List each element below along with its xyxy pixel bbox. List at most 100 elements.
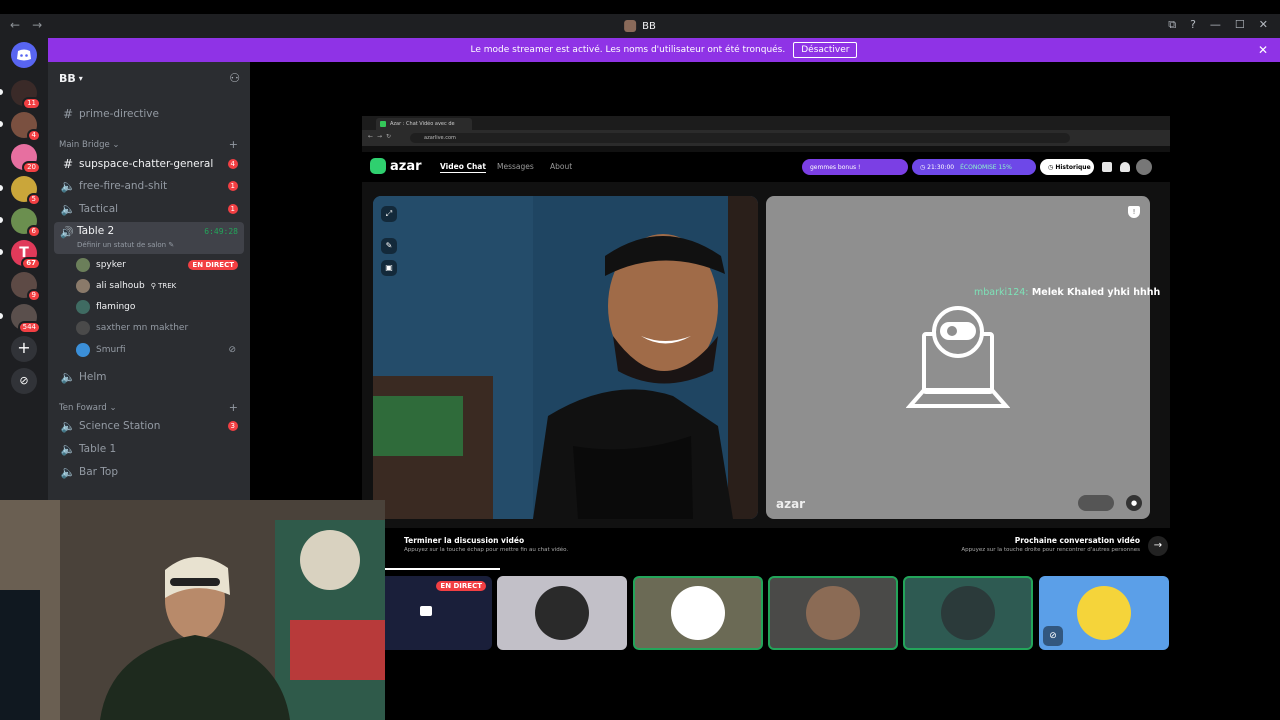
voice-user-name: saxther mn makther — [96, 323, 189, 333]
participant-tile-speaking[interactable] — [768, 576, 898, 650]
speaker-icon: 🔈 — [60, 179, 76, 193]
history-icon: ◷ — [1048, 163, 1054, 171]
channel-name: Tactical — [79, 203, 119, 215]
add-server-button[interactable]: + — [11, 336, 37, 362]
create-channel-plus-icon[interactable]: + — [229, 401, 238, 414]
eye-props-button[interactable] — [1078, 495, 1114, 511]
nav-video-chat[interactable]: Video Chat — [440, 162, 486, 173]
channel-prime-directive[interactable]: # prime-directive — [54, 104, 244, 124]
set-channel-status[interactable]: Définir un statut de salon ✎ — [77, 241, 174, 249]
avatar — [76, 321, 90, 335]
server-header[interactable]: BB ▾ ⚇ — [48, 62, 250, 94]
server-icon[interactable]: T 67 — [11, 240, 41, 270]
voice-user-flamingo[interactable]: flamingo — [76, 298, 244, 316]
server-icon[interactable]: 20 — [11, 144, 41, 174]
next-arrow-button[interactable]: → — [1148, 536, 1168, 556]
server-icon — [624, 20, 637, 32]
voice-user-ali-salhoub[interactable]: ali salhoub ⚲ TREK — [76, 277, 244, 295]
browser-tab[interactable]: Azar : Chat Vidéo avec de — [376, 118, 472, 130]
channel-science-station[interactable]: 🔈 Science Station 3 — [54, 416, 244, 436]
voice-user-spyker[interactable]: spyker EN DIRECT — [76, 256, 244, 274]
channel-table-1[interactable]: 🔈 Table 1 — [54, 439, 244, 459]
bonus-gems-button[interactable]: gemmes bonus ! — [802, 159, 908, 175]
forward-arrow-icon[interactable]: → — [32, 18, 42, 32]
chat-bubble-icon[interactable]: ● — [1126, 495, 1142, 511]
end-chat-subtitle: Appuyez sur la touche échap pour mettre … — [404, 547, 569, 553]
explore-servers-button[interactable]: ⊘ — [11, 368, 37, 394]
server-icon[interactable]: 9 — [11, 272, 41, 302]
promo-timer-button[interactable]: ◷ 21:30:00 ÉCONOMISE 15% — [912, 159, 1036, 175]
server-icon[interactable]: 4 — [11, 112, 41, 142]
report-shield-icon[interactable]: ! — [1128, 206, 1140, 218]
server-icon[interactable]: 544 — [11, 304, 41, 334]
effects-wand-icon[interactable]: ✎ — [381, 238, 397, 254]
channel-name: Table 2 — [77, 225, 115, 237]
category-main-bridge[interactable]: Main Bridge ⌄ — [59, 140, 120, 150]
participant-tile[interactable] — [497, 576, 627, 650]
tab-title: Azar : Chat Vidéo avec de — [390, 121, 455, 127]
chevron-down-icon: ⌄ — [112, 140, 120, 150]
window-title: BB — [624, 20, 656, 32]
voice-user-saxther[interactable]: saxther mn makther — [76, 319, 244, 337]
invite-icon[interactable]: ⚇ — [229, 71, 240, 85]
tag-label: TREK — [158, 282, 177, 290]
bell-icon[interactable] — [1120, 162, 1130, 172]
channel-table-2-active[interactable]: 🔊 Table 2 6:49:28 Définir un statut de s… — [54, 222, 244, 254]
mention-badge: 5 — [26, 193, 41, 206]
minimize-button[interactable]: — — [1210, 18, 1221, 32]
unread-pip — [0, 313, 3, 319]
participant-tile-speaking[interactable] — [633, 576, 763, 650]
next-chat-hint[interactable]: Prochaine conversation vidéo Appuyez sur… — [961, 536, 1140, 553]
promo-timer: 21:30:00 — [927, 163, 955, 171]
avatar — [941, 586, 995, 640]
end-chat-hint[interactable]: Terminer la discussion vidéo Appuyez sur… — [404, 536, 568, 553]
filter-icon[interactable]: ▣ — [381, 260, 397, 276]
channel-tactical[interactable]: 🔈 Tactical 1 — [54, 199, 244, 219]
channel-helm[interactable]: 🔈 Helm — [54, 367, 244, 387]
voice-user-smurfi[interactable]: Smurfi ⊘ — [76, 341, 244, 359]
azar-logo[interactable]: azar — [370, 158, 422, 174]
server-icon[interactable]: 11 — [11, 80, 41, 110]
shared-screen-browser[interactable]: Azar : Chat Vidéo avec de ←→↻ azarlive.c… — [362, 116, 1170, 572]
channel-name: Bar Top — [79, 466, 119, 478]
close-window-button[interactable]: ✕ — [1259, 18, 1268, 32]
server-icon[interactable]: 5 — [11, 176, 41, 206]
discord-home-icon[interactable] — [11, 42, 37, 68]
url-text: azarlive.com — [424, 135, 456, 141]
expand-icon[interactable]: ⤢ — [381, 206, 397, 222]
azar-logo-text: azar — [390, 158, 422, 174]
nav-messages[interactable]: Messages — [497, 162, 534, 171]
voice-user-name: flamingo — [96, 302, 136, 312]
nav-about[interactable]: About — [550, 162, 572, 171]
speaker-icon: 🔈 — [60, 442, 76, 456]
live-badge: EN DIRECT — [188, 260, 238, 270]
mention-badge: 6 — [26, 225, 41, 238]
address-bar[interactable]: azarlive.com — [410, 133, 1070, 143]
plus-icon: + — [17, 338, 31, 357]
channel-supspace-chatter-general[interactable]: # supspace-chatter-general 4 — [54, 154, 244, 174]
profile-avatar[interactable] — [1136, 159, 1152, 175]
participant-tile-muted[interactable]: ⊘ — [1039, 576, 1169, 650]
store-icon[interactable] — [1102, 162, 1112, 172]
screen-share-icon — [420, 606, 432, 616]
mention-badge: 11 — [22, 97, 41, 110]
back-arrow-icon[interactable]: ← — [10, 18, 20, 32]
history-button[interactable]: ◷ Historique — [1040, 159, 1094, 175]
maximize-button[interactable]: ☐ — [1235, 18, 1245, 32]
voice-user-name: ali salhoub — [96, 281, 145, 291]
disable-streamer-mode-button[interactable]: Désactiver — [793, 42, 858, 58]
channel-free-fire-and-shit[interactable]: 🔈 free-fire-and-shit 1 — [54, 176, 244, 196]
muted-mic-icon: ⊘ — [1043, 626, 1063, 646]
help-icon[interactable]: ? — [1190, 18, 1196, 32]
participant-tile-speaking[interactable] — [903, 576, 1033, 650]
guild-tag: ⚲ TREK — [151, 282, 177, 290]
create-channel-plus-icon[interactable]: + — [229, 138, 238, 151]
window-controls: ⧉ ? — ☐ ✕ — [1168, 18, 1268, 32]
channel-bar-top[interactable]: 🔈 Bar Top — [54, 462, 244, 482]
category-ten-foward[interactable]: Ten Foward ⌄ — [59, 403, 117, 413]
speaker-icon: 🔈 — [60, 419, 76, 433]
close-icon[interactable]: ✕ — [1258, 43, 1268, 57]
server-icon[interactable]: 6 — [11, 208, 41, 238]
live-badge: EN DIRECT — [436, 581, 486, 591]
inbox-icon[interactable]: ⧉ — [1168, 18, 1176, 32]
